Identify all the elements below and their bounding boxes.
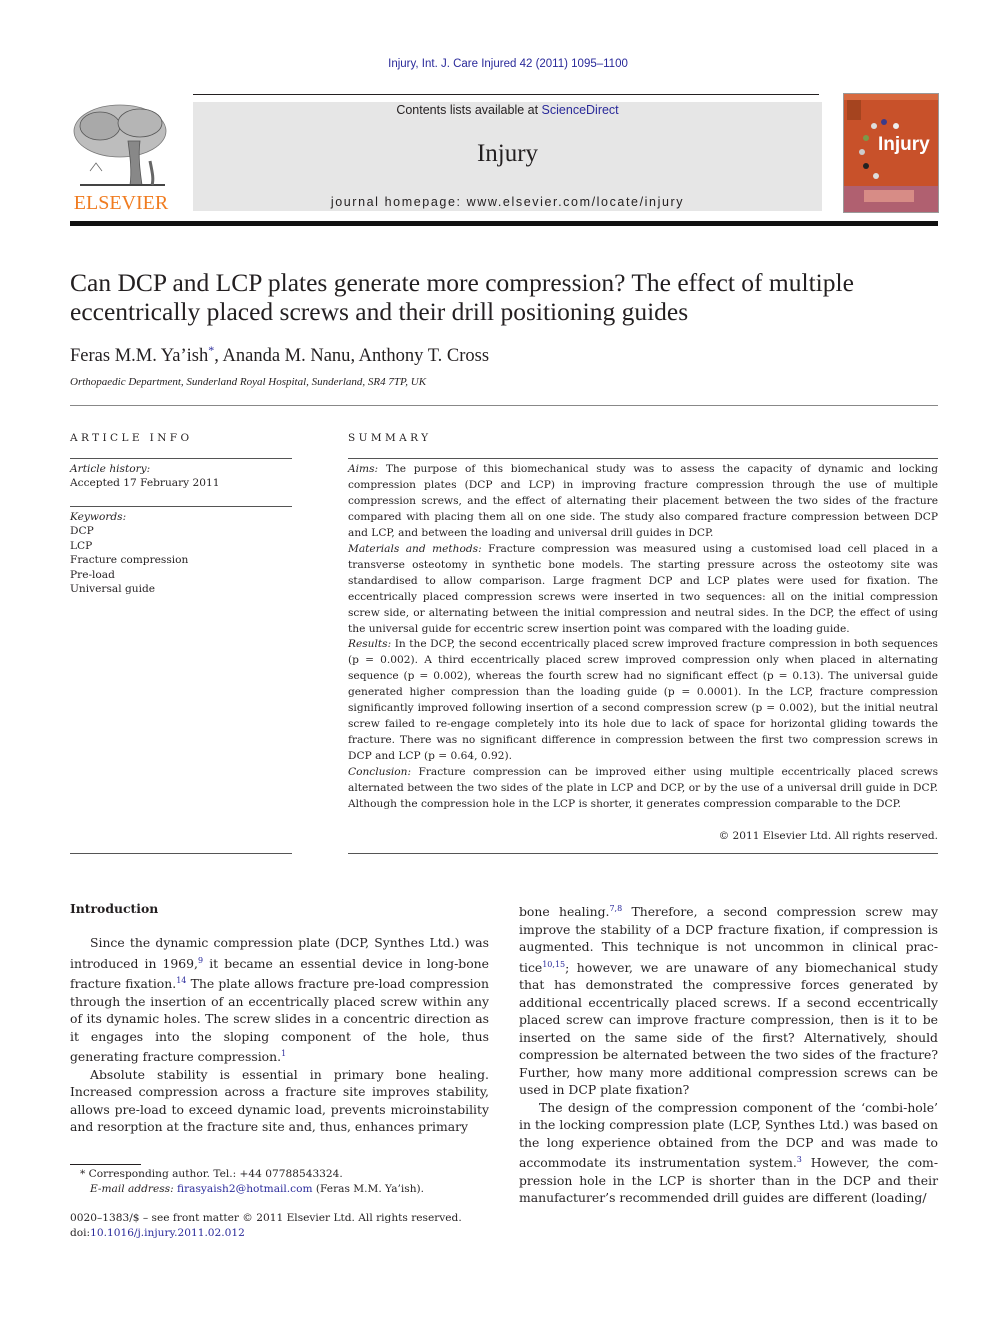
article-info-bottom-rule <box>70 853 292 854</box>
summary-heading: SUMMARY <box>348 432 432 444</box>
keywords-rule <box>70 506 292 507</box>
keyword: LCP <box>70 539 93 552</box>
keyword: Pre-load <box>70 568 115 581</box>
history-value: Accepted 17 February 2011 <box>70 477 220 490</box>
article-title: Can DCP and LCP plates generate more com… <box>70 268 854 326</box>
email-suffix: (Feras M.M. Ya’ish). <box>312 1183 425 1195</box>
keywords-label: Keywords: <box>70 511 127 523</box>
email-label: E-mail address: <box>90 1183 174 1195</box>
footnote-rule <box>70 1164 141 1165</box>
summary-methods: Materials and methods: Fracture compress… <box>348 542 938 638</box>
citation-link[interactable]: 7,8 <box>609 904 622 913</box>
body-paragraph: Absolute stability is essential in prima… <box>70 1066 489 1136</box>
section-label: Materials and methods: <box>348 542 482 555</box>
elsevier-wordmark: ELSEVIER <box>73 192 169 214</box>
section-label: Conclusion: <box>348 766 412 779</box>
journal-homepage[interactable]: journal homepage: www.elsevier.com/locat… <box>193 195 822 209</box>
front-matter: 0020–1383/$ – see front matter © 2011 El… <box>70 1212 462 1224</box>
imprint: 0020–1383/$ – see front matter © 2011 El… <box>70 1211 500 1241</box>
author-1[interactable]: Feras M.M. Ya’ish <box>70 346 208 366</box>
section-text: Fracture compression can be improved eit… <box>348 766 938 811</box>
author-separator: , <box>214 346 223 367</box>
summary-abstract: Aims: The purpose of this biomechanical … <box>348 462 938 813</box>
sciencedirect-link[interactable]: ScienceDirect <box>542 103 619 117</box>
contents-availability: Contents lists available at ScienceDirec… <box>193 103 822 117</box>
keyword: Fracture compression <box>70 554 189 567</box>
section-text: The purpose of this biomechanical study … <box>348 463 938 539</box>
author-list: Feras M.M. Ya’ish*, Ananda M. Nanu, Anth… <box>70 343 489 367</box>
corresponding-author-contact: * Corresponding author. Tel.: +44 077885… <box>80 1168 343 1180</box>
body-paragraph: Since the dynamic compression plate (DCP… <box>70 934 489 1066</box>
header-thick-rule <box>70 221 938 226</box>
body-paragraph: bone healing.7,8 Therefore, a second com… <box>519 900 938 1099</box>
section-label: Aims: <box>348 463 379 475</box>
contents-prefix: Contents lists available at <box>396 103 542 117</box>
email-link[interactable]: firasyaish2@hotmail.com <box>177 1183 312 1195</box>
article-info-heading: ARTICLE INFO <box>70 432 193 444</box>
keywords-block: Keywords: DCP LCP Fracture compression P… <box>70 510 188 596</box>
doi-link[interactable]: 10.1016/j.injury.2011.02.012 <box>90 1227 245 1239</box>
paragraph-text: ; however, we are unaware of any biomech… <box>519 959 938 1098</box>
citation-link[interactable]: 10,15 <box>542 960 565 969</box>
summary-bottom-rule <box>348 853 938 854</box>
summary-rule <box>348 458 938 459</box>
citation-link[interactable]: 14 <box>176 976 186 985</box>
journal-name: Injury <box>476 140 539 167</box>
header-rule <box>193 94 819 95</box>
author-3[interactable]: Anthony T. Cross <box>359 346 489 366</box>
body-column-left: Since the dynamic compression plate (DCP… <box>70 934 489 1136</box>
section-text: Fracture compression was measured using … <box>348 542 938 635</box>
article-info-rule <box>70 458 292 459</box>
author-affiliation: Orthopaedic Department, Sunderland Royal… <box>70 376 427 388</box>
doi-prefix: doi: <box>70 1227 91 1239</box>
summary-copyright: © 2011 Elsevier Ltd. All rights reserved… <box>718 830 938 842</box>
section-text: In the DCP, the second eccentrically pla… <box>348 638 938 763</box>
history-label: Article history: <box>70 463 151 475</box>
section-label: Results: <box>348 638 392 651</box>
keyword: DCP <box>70 525 94 538</box>
paragraph-text: bone healing. <box>519 904 610 920</box>
paragraph-text: Absolute stability is essential in prima… <box>70 1066 489 1135</box>
body-paragraph: The design of the compression component … <box>519 1099 938 1207</box>
summary-results: Results: In the DCP, the second eccentri… <box>348 637 938 765</box>
summary-conclusion: Conclusion: Fracture compression can be … <box>348 765 938 813</box>
cover-title: Injury <box>878 134 930 155</box>
introduction-heading: Introduction <box>70 901 159 916</box>
citation-link[interactable]: 1 <box>281 1049 286 1058</box>
journal-cover-image: Injury <box>843 93 939 213</box>
author-separator: , <box>350 346 359 367</box>
author-2[interactable]: Ananda M. Nanu <box>223 346 351 366</box>
summary-aims: Aims: The purpose of this biomechanical … <box>348 462 938 542</box>
doi-line: doi:10.1016/j.injury.2011.02.012 <box>70 1226 500 1241</box>
keyword: Universal guide <box>70 583 156 596</box>
article-history: Article history: Accepted 17 February 20… <box>70 462 220 491</box>
email-line: E-mail address: firasyaish2@hotmail.com … <box>70 1182 500 1197</box>
body-column-right: bone healing.7,8 Therefore, a second com… <box>519 900 938 1207</box>
title-rule <box>70 405 938 406</box>
corresponding-author-footnote: * Corresponding author. Tel.: +44 077885… <box>70 1167 500 1197</box>
journal-citation-link[interactable]: Injury, Int. J. Care Injured 42 (2011) 1… <box>0 58 992 70</box>
